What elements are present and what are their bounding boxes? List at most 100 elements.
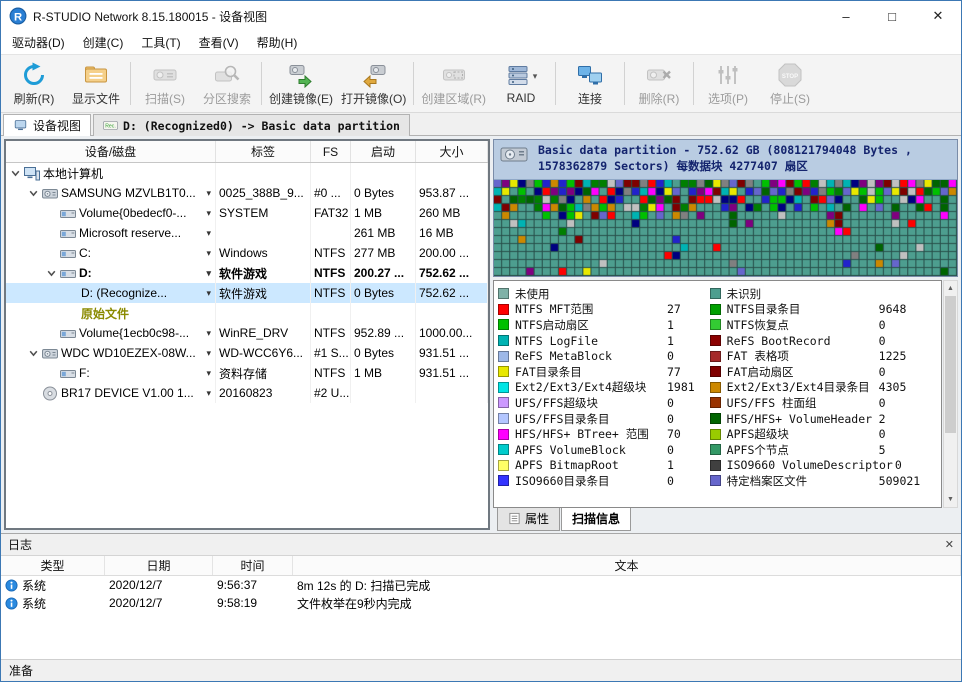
toolbar-button-raid[interactable]: ▾RAID (490, 57, 552, 110)
tree-cell-size: 1000.00... (416, 323, 488, 343)
tree-row[interactable]: WDC WD10EZEX-08W...▾WD-WCC6Y6...#1 S...0… (6, 343, 488, 363)
device-dropdown-arrow-icon[interactable]: ▾ (206, 188, 212, 199)
tree-cell-device: Rec.原始文件 (6, 303, 216, 323)
tree-row[interactable]: SAMSUNG MZVLB1T0...▾0025_388B_9...#0 ...… (6, 183, 488, 203)
log-cell-text: 文件枚举在9秒内完成 (293, 595, 961, 612)
toolbar-button-label: 选项(P) (708, 90, 748, 107)
volume-icon (60, 226, 76, 241)
log-column-header-0[interactable]: 类型 (1, 556, 105, 575)
device-dropdown-arrow-icon[interactable]: ▾ (206, 288, 212, 299)
toolbar-button-connect[interactable]: 连接 (559, 57, 621, 110)
tree-column-header-2[interactable]: FS (311, 141, 351, 162)
raid-icon (505, 63, 531, 89)
toolbar-button-partition-search[interactable]: 分区搜索 (196, 57, 258, 110)
tree-row[interactable]: 本地计算机 (6, 163, 488, 183)
tree-column-header-3[interactable]: 启动 (351, 141, 416, 162)
toolbar-button-scan[interactable]: 扫描(S) (134, 57, 196, 110)
log-row[interactable]: 系统2020/12/79:56:378m 12s 的 D: 扫描已完成 (1, 576, 961, 594)
toolbar-button-label: 显示文件 (72, 90, 120, 107)
close-button[interactable]: ✕ (915, 1, 961, 31)
status-bar: 准备 (1, 659, 961, 681)
info-tab-1[interactable]: 扫描信息 (561, 508, 631, 531)
tree-row[interactable]: Volume{1ecb0c98-...▾WinRE_DRVNTFS952.89 … (6, 323, 488, 343)
svg-text:R: R (14, 12, 22, 24)
tree-row[interactable]: Rec.原始文件 (6, 303, 488, 323)
legend-item: 特定档案区文件509021 (710, 473, 939, 489)
info-icon (5, 597, 18, 610)
legend-swatch (710, 413, 721, 424)
info-tab-0[interactable]: 属性 (497, 508, 560, 531)
device-dropdown-arrow-icon[interactable]: ▾ (206, 388, 212, 399)
menu-item-4[interactable]: 帮助(H) (248, 30, 307, 55)
log-column-header-1[interactable]: 日期 (105, 556, 213, 575)
scroll-up-icon[interactable]: ▲ (944, 281, 957, 296)
device-dropdown-arrow-icon[interactable]: ▾ (206, 348, 212, 359)
tree-column-header-0[interactable]: 设备/磁盘 (6, 141, 216, 162)
tab-1[interactable]: Rec.D: (Recognized0) -> Basic data parti… (93, 114, 410, 136)
device-view-icon (13, 119, 28, 132)
window-title: R-STUDIO Network 8.15.180015 - 设备视图 (33, 8, 267, 25)
toolbar-button-create-image[interactable]: 创建镜像(E) (265, 57, 337, 110)
menu-item-0[interactable]: 驱动器(D) (3, 30, 74, 55)
raid-dropdown-arrow-icon[interactable]: ▾ (533, 71, 538, 82)
toolbar-separator (624, 62, 625, 105)
legend-item: 未使用 (498, 286, 710, 302)
tree-cell-start: 0 Bytes (351, 183, 416, 203)
toolbar-separator (130, 62, 131, 105)
minimize-button[interactable]: – (823, 1, 869, 31)
tree-row[interactable]: C:▾WindowsNTFS277 MB200.00 ... (6, 243, 488, 263)
chevron-expanded-icon (10, 168, 21, 179)
tree-cell-label: SYSTEM (216, 203, 311, 223)
tree-row[interactable]: D:▾软件游戏NTFS200.27 ...752.62 ... (6, 263, 488, 283)
tab-0[interactable]: 设备视图 (3, 114, 91, 136)
log-type-text: 系统 (22, 595, 46, 612)
toolbar-button-open-image[interactable]: 打开镜像(O) (337, 57, 410, 110)
log-column-header-2[interactable]: 时间 (213, 556, 293, 575)
tree-row[interactable]: F:▾资料存储NTFS1 MB931.51 ... (6, 363, 488, 383)
device-dropdown-arrow-icon[interactable]: ▾ (206, 368, 212, 379)
device-dropdown-arrow-icon[interactable]: ▾ (206, 248, 212, 259)
scrollbar-thumb[interactable] (945, 296, 956, 433)
caption-buttons: – □ ✕ (823, 1, 961, 31)
scrollbar-track[interactable] (944, 296, 957, 492)
legend-swatch (710, 397, 721, 408)
menu-item-3[interactable]: 查看(V) (190, 30, 248, 55)
device-dropdown-arrow-icon[interactable]: ▾ (206, 208, 212, 219)
legend-item: NTFS MFT范围27 (498, 302, 710, 318)
tree-column-header-4[interactable]: 大小 (416, 141, 488, 162)
tree-cell-label (216, 223, 311, 243)
tree-cell-size (416, 303, 488, 323)
toolbar-button-show-files[interactable]: 显示文件 (65, 57, 127, 110)
tree-row[interactable]: Volume{0bedecf0-...▾SYSTEMFAT321 MB260 M… (6, 203, 488, 223)
log-close-icon[interactable]: ✕ (945, 538, 954, 551)
toolbar-button-options[interactable]: 选项(P) (697, 57, 759, 110)
device-dropdown-arrow-icon[interactable]: ▾ (206, 328, 212, 339)
toolbar-button-create-region[interactable]: 创建区域(R) (417, 57, 490, 110)
legend-scrollbar[interactable]: ▲ ▼ (943, 280, 958, 508)
maximize-button[interactable]: □ (869, 1, 915, 31)
tree-row[interactable]: BR17 DEVICE V1.00 1...▾20160823#2 U... (6, 383, 488, 403)
tree-row[interactable]: Microsoft reserve...▾261 MB16 MB (6, 223, 488, 243)
toolbar-button-refresh[interactable]: 刷新(R) (3, 57, 65, 110)
toolbar-separator (413, 62, 414, 105)
device-name: 原始文件 (81, 305, 129, 322)
menu-item-2[interactable]: 工具(T) (132, 30, 189, 55)
legend-label: ISO9660 VolumeDescriptor (727, 458, 893, 472)
menu-item-1[interactable]: 创建(C) (74, 30, 133, 55)
tree-cell-label: 软件游戏 (216, 263, 311, 283)
device-dropdown-arrow-icon[interactable]: ▾ (206, 268, 212, 279)
log-row[interactable]: 系统2020/12/79:58:19文件枚举在9秒内完成 (1, 594, 961, 612)
legend-swatch (710, 366, 721, 377)
sector-map-canvas[interactable] (494, 180, 957, 276)
toolbar-button-stop[interactable]: STOP停止(S) (759, 57, 821, 110)
device-dropdown-arrow-icon[interactable]: ▾ (206, 228, 212, 239)
log-column-header-3[interactable]: 文本 (293, 556, 961, 575)
toolbar-button-delete[interactable]: 删除(R) (628, 57, 690, 110)
tree-row[interactable]: Rec.D: (Recognize...▾软件游戏NTFS0 Bytes752.… (6, 283, 488, 303)
toolbar-separator (555, 62, 556, 105)
toolbar-button-label: 停止(S) (770, 90, 810, 107)
legend-swatch (498, 413, 509, 424)
tree-column-header-1[interactable]: 标签 (216, 141, 311, 162)
legend-item: HFS/HFS+ BTree+ 范围70 (498, 426, 710, 442)
scroll-down-icon[interactable]: ▼ (944, 492, 957, 507)
